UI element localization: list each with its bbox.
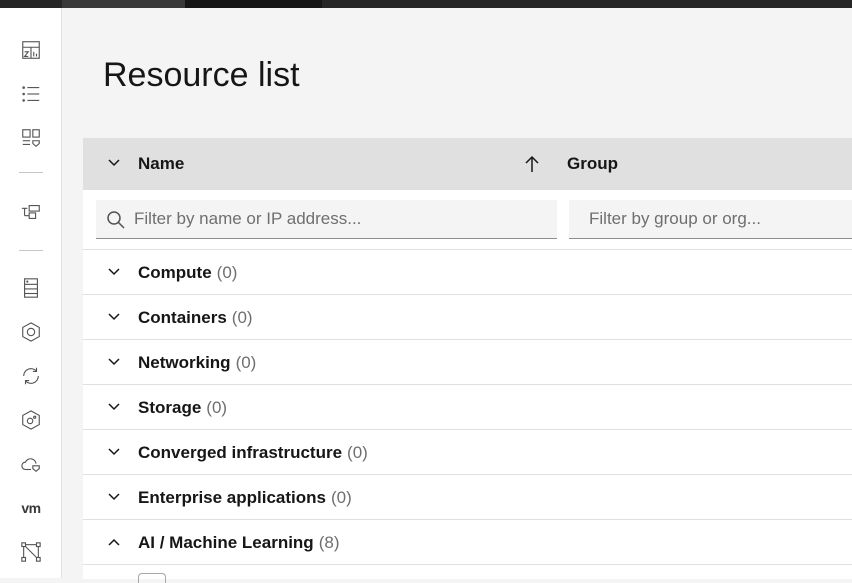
hexagon-settings-icon[interactable]: [19, 408, 43, 432]
cards-icon[interactable]: [19, 126, 43, 150]
chevron-down-icon: [105, 263, 123, 281]
table-header: Name Group: [83, 138, 852, 190]
group-filter-input[interactable]: [589, 200, 849, 238]
group-count: (0): [206, 398, 228, 417]
rail-divider: [19, 172, 43, 173]
chevron-down-icon: [105, 353, 123, 371]
chevron-up-icon: [105, 533, 123, 551]
chevron-down-icon: [105, 398, 123, 416]
collapse-all-button[interactable]: [105, 154, 123, 172]
group-label: Storage: [138, 398, 202, 417]
group-count: (8): [318, 533, 340, 552]
group-count: (0): [347, 443, 368, 462]
group-row-ai-machine-learning[interactable]: AI / Machine Learning (8): [83, 520, 852, 565]
rail-divider: [19, 250, 43, 251]
header-tab-2[interactable]: [185, 0, 322, 8]
hierarchy-icon[interactable]: [19, 200, 43, 224]
group-label: Networking: [138, 353, 231, 372]
header-tab-1[interactable]: [62, 0, 185, 8]
group-row-enterprise-applications[interactable]: Enterprise applications (0): [83, 475, 852, 520]
group-label: Enterprise applications: [138, 488, 326, 507]
name-filter-input[interactable]: [134, 200, 549, 238]
vm-label: vm: [21, 500, 41, 516]
chevron-down-icon: [105, 443, 123, 461]
group-filter: [569, 200, 852, 239]
column-header-group[interactable]: Group: [567, 154, 618, 174]
group-row-converged-infrastructure[interactable]: Converged infrastructure (0): [83, 430, 852, 475]
arrow-up-icon: [525, 155, 539, 172]
sort-button[interactable]: [523, 154, 541, 174]
group-label: Compute: [138, 263, 212, 282]
network-icon[interactable]: [19, 540, 43, 564]
column-header-name[interactable]: Name: [138, 154, 184, 174]
search-icon: [106, 210, 126, 230]
group-row-containers[interactable]: Containers (0): [83, 295, 852, 340]
group-rows: Compute (0) Containers (0) Networking (0) S…: [83, 250, 852, 583]
resource-table: Name Group Compute(0): [83, 138, 852, 583]
hexagon-icon[interactable]: [19, 320, 43, 344]
page-title: Resource list: [103, 56, 300, 94]
filter-row: [83, 190, 852, 250]
top-header-bar: [0, 0, 852, 8]
group-row-storage[interactable]: Storage (0): [83, 385, 852, 430]
group-row-networking[interactable]: Networking (0): [83, 340, 852, 385]
group-count: (0): [331, 488, 352, 507]
group-label: Containers: [138, 308, 227, 327]
dashboard-icon[interactable]: [19, 38, 43, 62]
table-row[interactable]: [83, 565, 852, 583]
row-checkbox[interactable]: [138, 573, 166, 583]
name-filter: [96, 200, 557, 239]
vm-icon[interactable]: vm: [19, 496, 43, 520]
chevron-down-icon: [105, 308, 123, 326]
group-label: AI / Machine Learning: [138, 533, 314, 552]
main-content: Resource list Name Group Filter by name …: [63, 8, 852, 583]
group-count: (0): [216, 263, 238, 282]
chevron-down-icon: [108, 159, 120, 167]
sync-icon[interactable]: [19, 364, 43, 388]
server-icon[interactable]: [19, 276, 43, 300]
chevron-down-icon: [105, 488, 123, 506]
side-nav-rail: vm: [0, 8, 62, 578]
group-count: (0): [231, 308, 253, 327]
group-label: Converged infrastructure: [138, 443, 343, 462]
group-count: (0): [235, 353, 257, 372]
list-icon[interactable]: [19, 82, 43, 106]
cloud-icon[interactable]: [19, 452, 43, 476]
group-row-compute[interactable]: Compute (0): [83, 250, 852, 295]
